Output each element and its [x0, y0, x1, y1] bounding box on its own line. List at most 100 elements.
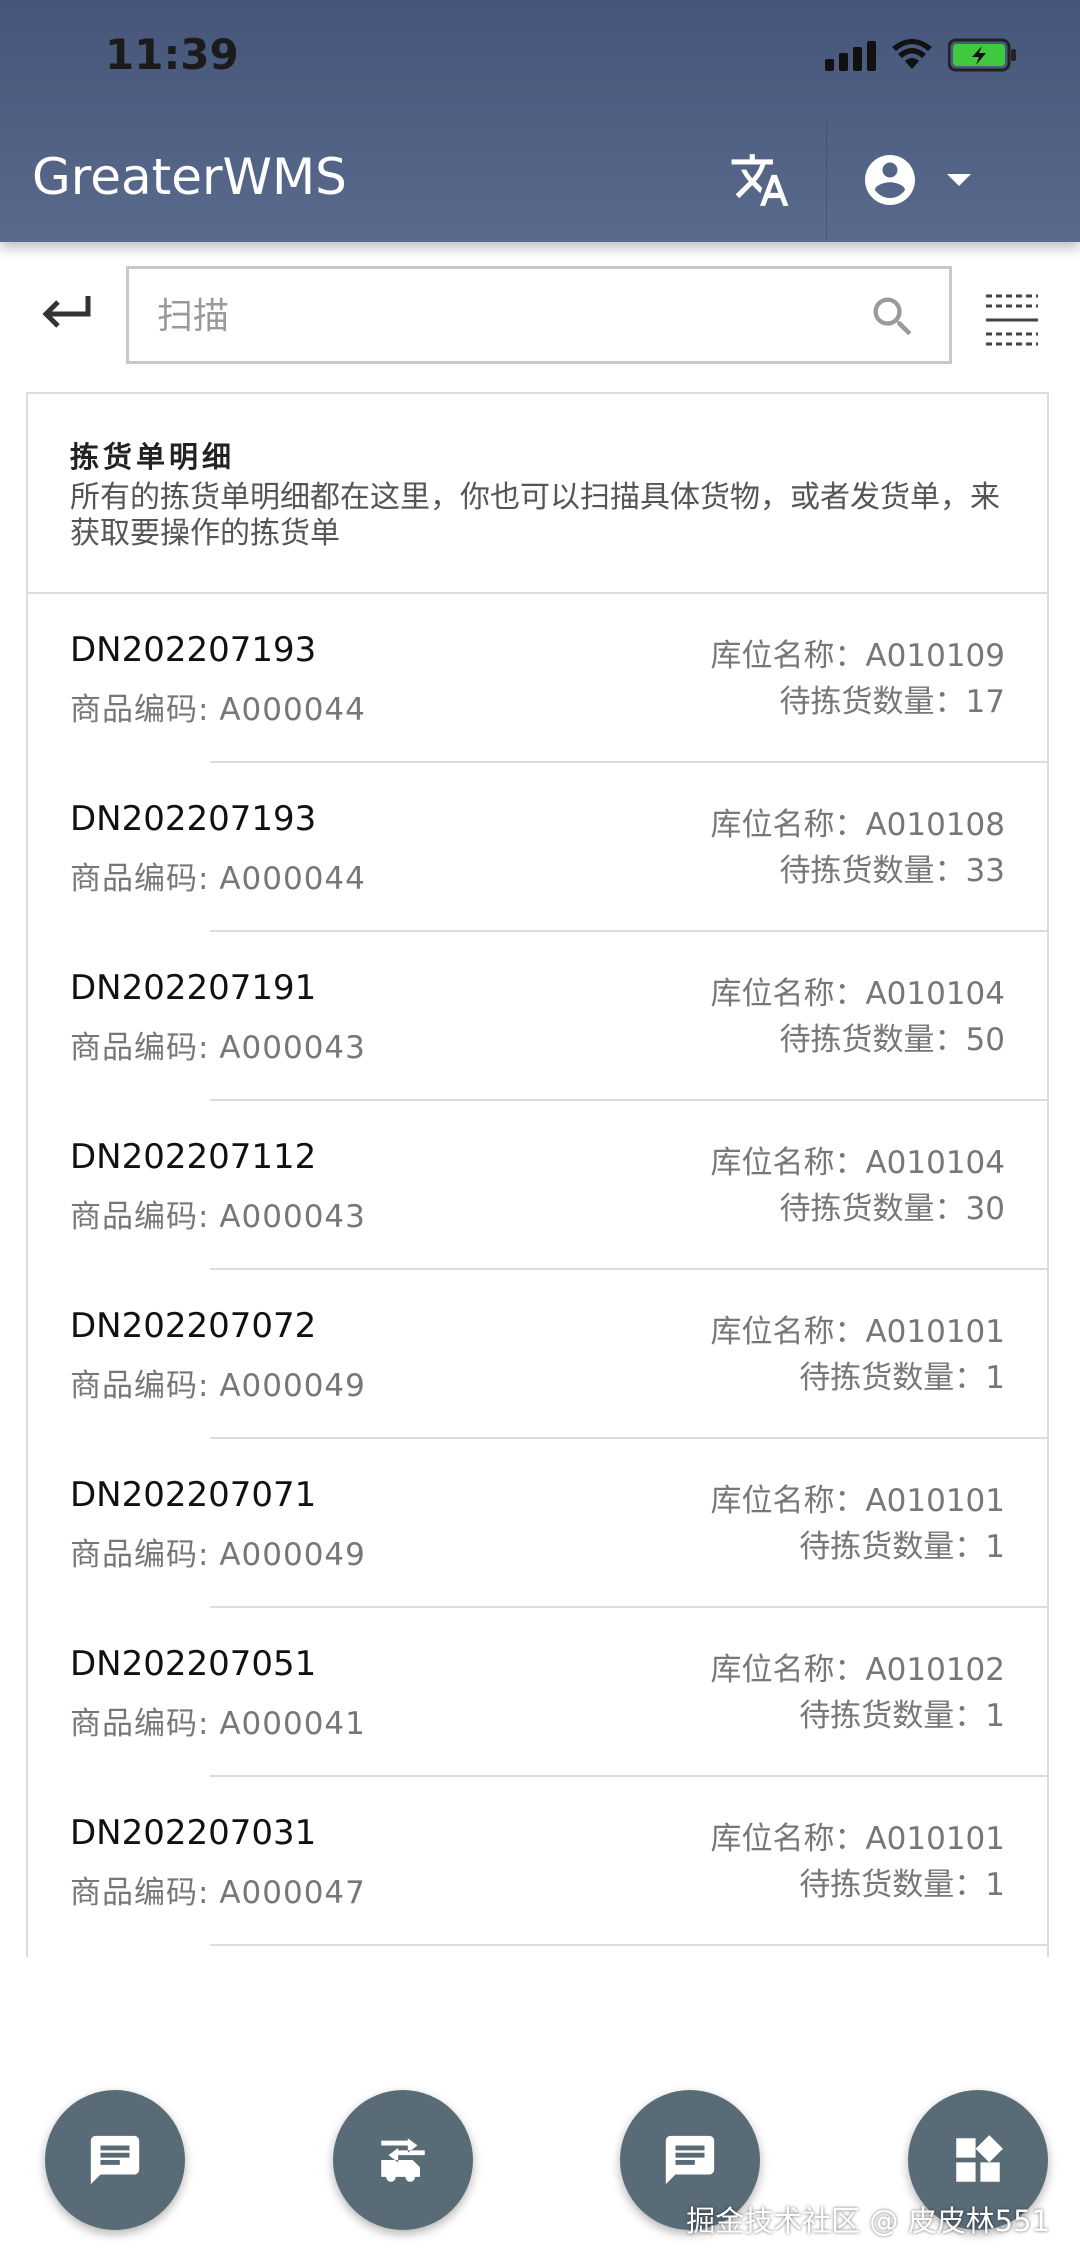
bin-name-label: 库位名称： [710, 807, 866, 843]
account-circle-icon [865, 155, 915, 205]
item-code: 商品编码: A000043 [70, 1022, 366, 1067]
dn-number: DN202207071 [70, 1475, 317, 1515]
pick-qty: 待拣货数量：17 [780, 676, 1005, 721]
battery-icon [948, 38, 1016, 72]
list-item[interactable]: DN202207193 商品编码: A000044 库位名称：A010109 待拣货数… [28, 594, 1047, 763]
pick-qty-label: 待拣货数量： [779, 853, 966, 889]
card-description: 所有的拣货单明细都在这里，你也可以扫描具体货物，或者发货单，来获取要操作的拣货单 [70, 480, 1000, 551]
search-icon[interactable] [867, 291, 919, 343]
item-code: 商品编码: A000041 [70, 1698, 366, 1743]
cellular-signal-icon [825, 39, 876, 71]
dn-number: DN202207051 [70, 1644, 317, 1684]
pick-qty: 待拣货数量：1 [799, 1352, 1005, 1397]
pick-qty: 待拣货数量：1 [799, 1521, 1005, 1566]
item-code-label: 商品编码: [70, 1368, 210, 1404]
list-item[interactable]: DN202207112 商品编码: A000043 库位名称：A010104 待拣货数… [28, 1101, 1047, 1270]
bin-name: 库位名称：A010101 [710, 1306, 1005, 1351]
wifi-icon [892, 39, 932, 69]
bin-name-value: A010104 [865, 1145, 1005, 1181]
translate-icon [731, 154, 789, 206]
card-title: 拣货单明细 [70, 440, 236, 474]
search-field [126, 266, 952, 364]
pick-qty-label: 待拣货数量： [799, 1360, 986, 1396]
bin-name-value: A010108 [865, 807, 1005, 843]
pick-qty: 待拣货数量：1 [799, 1690, 1005, 1735]
message-icon [90, 2135, 140, 2185]
status-icons [825, 38, 1018, 72]
account-menu-button[interactable] [860, 140, 1010, 220]
pick-qty-label: 待拣货数量： [799, 1698, 986, 1734]
dn-number: DN202207193 [70, 799, 317, 839]
translate-button[interactable] [720, 140, 800, 220]
bin-name-value: A010101 [865, 1314, 1005, 1350]
message-icon [665, 2135, 715, 2185]
item-code-value: A000044 [219, 861, 366, 897]
dn-number: DN202207031 [70, 1813, 317, 1853]
bin-name-value: A010101 [865, 1821, 1005, 1857]
app-bar: 11:39 GreaterWMS [0, 0, 1080, 242]
item-code-label: 商品编码: [70, 1875, 210, 1911]
back-button[interactable] [34, 280, 98, 344]
fab-message-button[interactable] [45, 2090, 185, 2230]
pick-qty-value: 1 [985, 1867, 1005, 1903]
bin-name-label: 库位名称： [710, 1483, 866, 1519]
pick-qty-label: 待拣货数量： [799, 1867, 986, 1903]
search-input[interactable] [155, 287, 819, 345]
bin-name-label: 库位名称： [710, 638, 866, 674]
fab-shipping-button[interactable] [333, 2090, 473, 2230]
bin-name: 库位名称：A010101 [710, 1813, 1005, 1858]
dn-number: DN202207191 [70, 968, 317, 1008]
bin-name-value: A010101 [865, 1483, 1005, 1519]
bin-name-label: 库位名称： [710, 1145, 866, 1181]
item-code-value: A000047 [219, 1875, 366, 1911]
item-code-label: 商品编码: [70, 1030, 210, 1066]
barcode-scan-icon[interactable] [984, 292, 1040, 348]
pick-list-card: 拣货单明细 所有的拣货单明细都在这里，你也可以扫描具体货物，或者发货单，来获取要… [26, 392, 1049, 1957]
item-code: 商品编码: A000044 [70, 684, 366, 729]
bin-name-value: A010109 [865, 638, 1005, 674]
pick-qty: 待拣货数量：33 [780, 845, 1005, 890]
bin-name-value: A010102 [865, 1652, 1005, 1688]
pick-qty-value: 1 [985, 1529, 1005, 1565]
pick-qty-value: 1 [985, 1360, 1005, 1396]
bin-name: 库位名称：A010102 [710, 1644, 1005, 1689]
pick-qty: 待拣货数量：30 [780, 1183, 1005, 1228]
item-code: 商品编码: A000049 [70, 1529, 366, 1574]
bin-name-label: 库位名称： [710, 1314, 866, 1350]
pick-qty: 待拣货数量：50 [780, 1014, 1005, 1059]
list-item[interactable]: DN202207191 商品编码: A000043 库位名称：A010104 待拣货数… [28, 932, 1047, 1101]
row-divider [210, 1944, 1047, 1946]
list-item[interactable]: DN202207072 商品编码: A000049 库位名称：A010101 待拣货数… [28, 1270, 1047, 1439]
item-code-value: A000049 [219, 1368, 366, 1404]
pick-qty-value: 1 [985, 1698, 1005, 1734]
app-title: GreaterWMS [32, 148, 347, 206]
list-item[interactable]: DN202207193 商品编码: A000044 库位名称：A010108 待拣货数… [28, 763, 1047, 932]
list-item[interactable]: DN202207031 商品编码: A000047 库位名称：A010101 待拣货数… [28, 1777, 1047, 1946]
bin-name-label: 库位名称： [710, 1821, 866, 1857]
watermark: 掘金技术社区 @ 皮皮林551 [686, 2204, 1050, 2238]
item-code-label: 商品编码: [70, 1199, 210, 1235]
pick-qty-value: 30 [965, 1191, 1005, 1227]
list-item[interactable]: DN202207051 商品编码: A000041 库位名称：A010102 待拣货数… [28, 1608, 1047, 1777]
item-code-label: 商品编码: [70, 1706, 210, 1742]
bin-name-value: A010104 [865, 976, 1005, 1012]
item-code-label: 商品编码: [70, 861, 210, 897]
pick-qty-label: 待拣货数量： [779, 1191, 966, 1227]
item-code: 商品编码: A000044 [70, 853, 366, 898]
bin-name-label: 库位名称： [710, 1652, 866, 1688]
item-code: 商品编码: A000049 [70, 1360, 366, 1405]
item-code-value: A000041 [219, 1706, 366, 1742]
list-item[interactable]: DN202207071 商品编码: A000049 库位名称：A010101 待拣货数… [28, 1439, 1047, 1608]
back-arrow-icon [42, 296, 91, 328]
pick-qty: 待拣货数量：1 [799, 1859, 1005, 1904]
widgets-icon [956, 2135, 1003, 2182]
pick-qty-value: 17 [965, 684, 1005, 720]
item-code-value: A000044 [219, 692, 366, 728]
pick-qty-value: 50 [965, 1022, 1005, 1058]
item-code-value: A000043 [219, 1030, 366, 1066]
item-code-label: 商品编码: [70, 692, 210, 728]
item-code: 商品编码: A000043 [70, 1191, 366, 1236]
pick-qty-label: 待拣货数量： [779, 1022, 966, 1058]
item-code-label: 商品编码: [70, 1537, 210, 1573]
pick-qty-label: 待拣货数量： [779, 684, 966, 720]
